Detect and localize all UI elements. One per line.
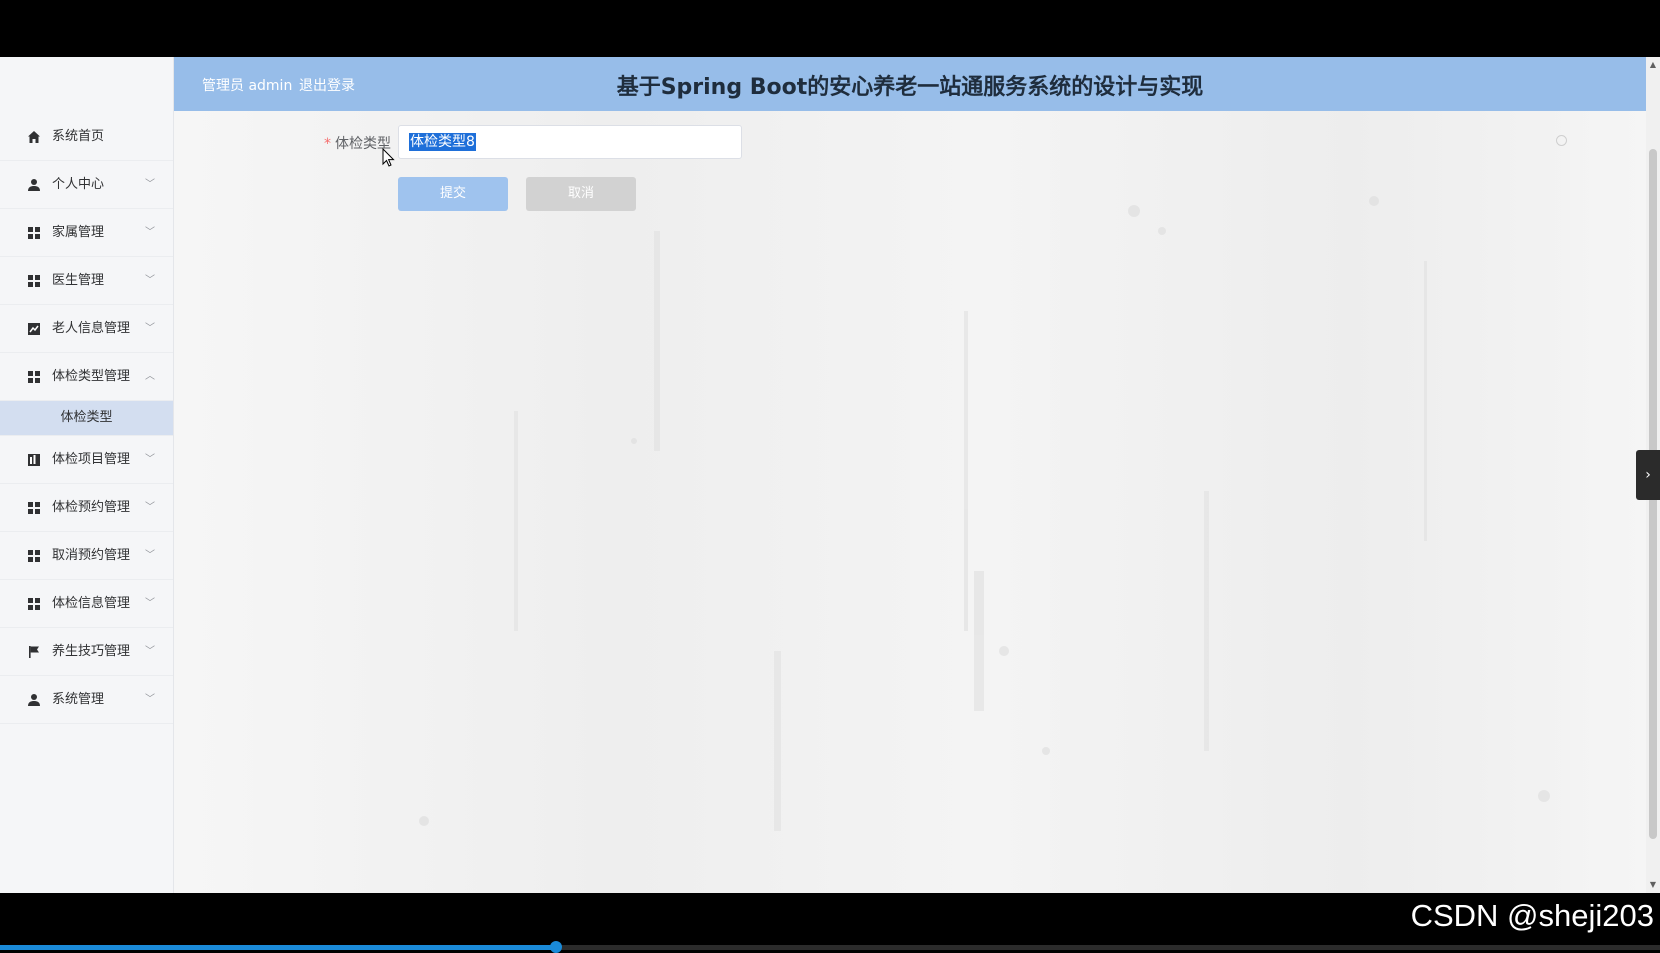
watermark: CSDN @sheji203 [1410, 898, 1654, 933]
side-panel-toggle[interactable]: › [1636, 450, 1660, 500]
sidebar-item-cancel-booking[interactable]: 取消预约管理 ﹀ [0, 532, 173, 580]
chevron-down-icon: ﹀ [145, 227, 155, 238]
submit-button[interactable]: 提交 [398, 177, 508, 211]
chevron-down-icon: ﹀ [145, 454, 155, 465]
chevron-down-icon: ﹀ [145, 550, 155, 561]
sidebar-item-label: 养生技巧管理 [52, 644, 131, 659]
sidebar-item-label: 取消预约管理 [52, 548, 131, 563]
sidebar-item-label: 医生管理 [52, 273, 105, 288]
grid-icon [28, 275, 40, 287]
chevron-down-icon: ﹀ [145, 502, 155, 513]
sidebar-item-label: 个人中心 [52, 177, 105, 192]
exam-type-input[interactable]: 体检类型8 [398, 125, 742, 159]
chevron-down-icon: ﹀ [145, 694, 155, 705]
sidebar-item-label: 系统管理 [52, 692, 105, 707]
sidebar-item-label: 家属管理 [52, 225, 105, 240]
sidebar-subitem-exam-type[interactable]: 体检类型 [0, 401, 173, 436]
sidebar-item-home[interactable]: 系统首页 [0, 113, 173, 161]
sidebar-menu: 系统首页 个人中心 ﹀ 家属管理 ﹀ 医生管理 ﹀ 老人信息管理 ﹀ 体检类型管… [0, 113, 173, 724]
sidebar-item-health-tips[interactable]: 养生技巧管理 ﹀ [0, 628, 173, 676]
scroll-up-icon[interactable]: ▲ [1646, 59, 1660, 71]
video-progress-knob[interactable] [550, 941, 563, 953]
sidebar: 系统首页 个人中心 ﹀ 家属管理 ﹀ 医生管理 ﹀ 老人信息管理 ﹀ 体检类型管… [0, 57, 174, 893]
sidebar-item-family[interactable]: 家属管理 ﹀ [0, 209, 173, 257]
grid-icon [28, 502, 40, 514]
sidebar-item-system[interactable]: 系统管理 ﹀ [0, 676, 173, 724]
sidebar-item-doctors[interactable]: 医生管理 ﹀ [0, 257, 173, 305]
grid-icon [28, 550, 40, 562]
sidebar-item-label: 老人信息管理 [52, 321, 131, 336]
exam-type-input-value: 体检类型8 [409, 133, 476, 151]
page-title: 基于Spring Boot的安心养老一站通服务系统的设计与实现 [616, 75, 1204, 100]
sidebar-item-personal-center[interactable]: 个人中心 ﹀ [0, 161, 173, 209]
sidebar-item-label: 体检信息管理 [52, 596, 131, 611]
main-content: * 体检类型 体检类型8 提交 取消 [174, 111, 1646, 893]
background-texture [419, 196, 1550, 831]
sidebar-item-elderly-info[interactable]: 老人信息管理 ﹀ [0, 305, 173, 353]
mouse-cursor-icon [382, 148, 395, 167]
chevron-down-icon: ﹀ [145, 646, 155, 657]
sidebar-item-label: 体检类型管理 [52, 369, 131, 384]
required-mark: * [324, 136, 331, 152]
sidebar-item-exam-type-mgmt[interactable]: 体检类型管理 ︿ [0, 353, 173, 401]
user-icon [28, 694, 40, 706]
app-window: 系统首页 个人中心 ﹀ 家属管理 ﹀ 医生管理 ﹀ 老人信息管理 ﹀ 体检类型管… [0, 57, 1660, 893]
sidebar-item-label: 体检预约管理 [52, 500, 131, 515]
chevron-up-icon: ︿ [145, 371, 155, 382]
cancel-button[interactable]: 取消 [526, 177, 636, 211]
flag-icon [29, 646, 39, 658]
home-icon [28, 131, 40, 143]
sidebar-item-exam-booking[interactable]: 体检预约管理 ﹀ [0, 484, 173, 532]
grid-icon [28, 598, 40, 610]
sidebar-item-exam-info[interactable]: 体检信息管理 ﹀ [0, 580, 173, 628]
user-icon [28, 179, 40, 191]
sidebar-item-label: 体检项目管理 [52, 452, 131, 467]
grid-icon [28, 371, 40, 383]
chevron-down-icon: ﹀ [145, 598, 155, 609]
sidebar-item-exam-items[interactable]: 体检项目管理 ﹀ [0, 436, 173, 484]
exam-type-label: * 体检类型 [324, 133, 391, 153]
chart-icon [28, 323, 40, 335]
grid-icon [28, 227, 40, 239]
video-progress-fill [0, 945, 557, 950]
scroll-down-icon[interactable]: ▼ [1646, 879, 1660, 891]
sidebar-item-label: 系统首页 [52, 129, 105, 144]
chevron-down-icon: ﹀ [145, 179, 155, 190]
chevron-down-icon: ﹀ [145, 323, 155, 334]
top-header: 管理员 admin 退出登录 基于Spring Boot的安心养老一站通服务系统… [174, 57, 1646, 111]
video-progress-bar[interactable] [0, 941, 1660, 953]
chevron-down-icon: ﹀ [145, 275, 155, 286]
circle-icon [1556, 135, 1567, 146]
bar-chart-icon [28, 454, 40, 466]
